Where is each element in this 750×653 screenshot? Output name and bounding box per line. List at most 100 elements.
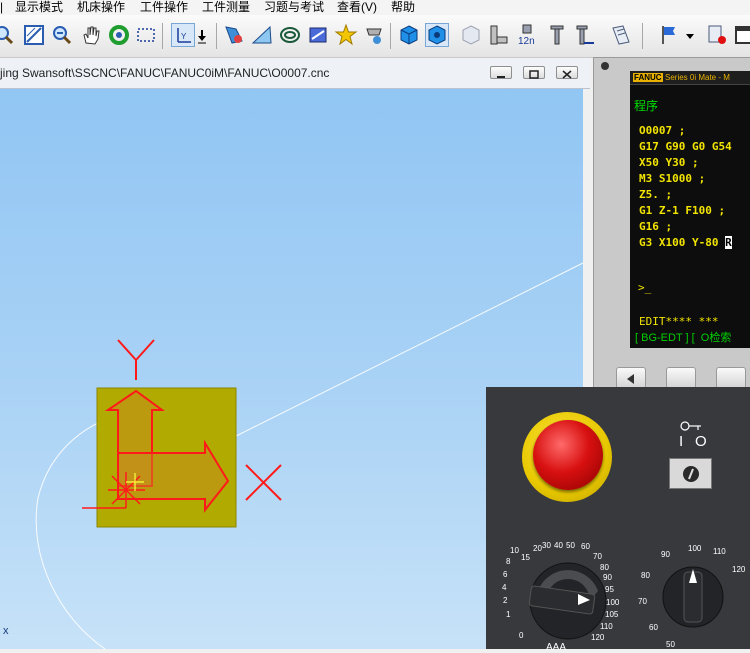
blue-cube-icon[interactable] [397,23,421,47]
tool-measure-icon[interactable] [222,23,246,47]
spindle-dial-label: 70 [638,597,647,606]
softkey-labels: [ BG-EDT ] [ O检索 [635,332,732,344]
key-label-on: I [679,433,684,450]
program-line-current: G3 X100 Y-80 R [639,235,732,251]
zoom-fit-icon[interactable] [50,23,74,47]
feed-dial-label: 60 [581,542,590,551]
screw-icon [601,62,609,70]
feed-dial-label: 4 [502,583,507,592]
program-line: G17 G90 G0 G54 [639,140,732,153]
menu-workpiece-operation[interactable]: 工件操作 [140,0,188,14]
feed-dial-label: 70 [593,552,602,561]
window-toggle-icon[interactable] [733,23,750,47]
program-listing: O0007 ; G17 G90 G0 G54 X50 Y30 ; M3 S100… [639,123,732,251]
zoom-icon[interactable] [0,23,16,47]
toolbar-separator [642,23,643,49]
menu-separator: | [0,0,4,14]
key-knob [683,466,699,482]
menu-display-mode[interactable]: 显示模式 [15,0,63,14]
spindle-dial-label: 60 [649,623,658,632]
notebook-icon[interactable] [609,23,633,47]
feed-dial-label: 1 [506,610,511,619]
dropdown-icon-2[interactable] [683,23,699,47]
operator-panel: I O 0 1 2 4 6 8 10 15 20 30 40 50 60 70 … [486,387,750,653]
program-line: M3 S1000 ; [639,172,706,185]
feed-dial-label: 6 [503,570,508,579]
toolbar-separator [162,23,163,49]
ruler-icon[interactable] [250,23,274,47]
program-line: G1 Z-1 F100 ; [639,204,726,217]
feed-dial-label: 10 [510,546,519,555]
feed-dial-label: 110 [600,622,613,631]
spindle-dial-label: 110 [713,547,726,556]
spindle-12n-icon[interactable]: 12n [515,23,539,47]
feed-dial-label: 40 [554,541,563,550]
program-line: G3 X100 Y-80 [639,236,726,249]
fanuc-header: FANUC Series 0i Mate - M [630,71,750,85]
record-icon[interactable] [705,23,729,47]
tool-insert-icon[interactable] [487,23,511,47]
series-label: Series 0i Mate - M [665,73,730,82]
feed-dial-label: 95 [605,585,614,594]
y-axis-label [117,339,155,380]
program-protect-key-switch[interactable] [669,458,712,489]
pan-hand-icon[interactable] [79,23,103,47]
feed-dial-label: 100 [606,598,620,607]
axis-view-icon[interactable]: Y [171,23,195,47]
toolbar: Y 12n [0,15,750,58]
feed-override-dial [528,562,607,640]
select-box-icon[interactable] [134,23,158,47]
spindle-dial-label: 80 [641,571,650,580]
key-label-off: O [695,433,707,450]
menu-workpiece-measure[interactable]: 工件测量 [202,0,250,14]
cnc-screen: FANUC Series 0i Mate - M 程序 O0007 ; G17 … [630,71,750,348]
spiral-icon[interactable] [278,23,302,47]
program-line: G16 ; [639,220,673,233]
spindle-override-dial [662,566,724,628]
transparent-cube-icon[interactable] [459,23,483,47]
feed-dial-label: 105 [605,610,619,619]
menu-exercises-exams[interactable]: 习题与考试 [264,0,324,14]
emergency-stop-button[interactable] [533,420,603,490]
spindle-dial-label: 120 [732,565,746,574]
tool-radius-icon[interactable] [573,23,597,47]
corner-axis-label: x [3,625,9,637]
fanuc-logo: FANUC [633,73,663,82]
key-lock-icon [680,421,701,431]
blue-cube-alt-icon[interactable] [425,23,449,47]
menu-view[interactable]: 查看(V) [337,0,377,14]
input-prompt: >_ [638,281,652,294]
cnc-control-frame: FANUC Series 0i Mate - M 程序 O0007 ; G17 … [593,57,750,405]
menu-bar: | 显示模式 机床操作 工件操作 工件测量 习题与考试 查看(V) 帮助 [0,0,750,15]
workpiece-icon[interactable] [306,23,330,47]
zoom-window-icon[interactable] [22,23,46,47]
feed-dial-label: 8 [506,557,511,566]
spindle-dial-label: 50 [666,640,675,649]
toolbar-separator [216,23,217,49]
feed-dial-label: 50 [566,541,575,550]
mode-status: EDIT**** *** [639,315,719,328]
menu-machine-operation[interactable]: 机床操作 [77,0,125,14]
program-line: O0007 ; [639,124,686,137]
feed-dial-label: 2 [503,596,508,605]
rotate-icon[interactable] [107,23,131,47]
svg-text:Y: Y [181,32,187,41]
spindle-dial-label: 100 [688,544,702,553]
feed-dial-label: 30 [542,541,551,550]
program-line: X50 Y30 ; [639,156,699,169]
feed-dial-label: 20 [533,544,542,553]
flag-icon[interactable] [657,23,681,47]
feed-dial-label: 15 [521,553,530,562]
tool-length-icon[interactable] [545,23,569,47]
feed-dial-label: 0 [519,631,524,640]
feed-dial-label: 120 [591,633,605,642]
dropdown-icon[interactable] [195,23,211,47]
star-icon[interactable] [334,23,358,47]
edit-cursor: R [725,236,732,249]
spindle-dial-label: 90 [661,550,670,559]
program-title: 程序 [634,99,659,113]
toolbar-separator [390,23,391,49]
program-line: Z5. ; [639,188,673,201]
coolant-icon[interactable] [362,23,386,47]
menu-help[interactable]: 帮助 [391,0,415,14]
